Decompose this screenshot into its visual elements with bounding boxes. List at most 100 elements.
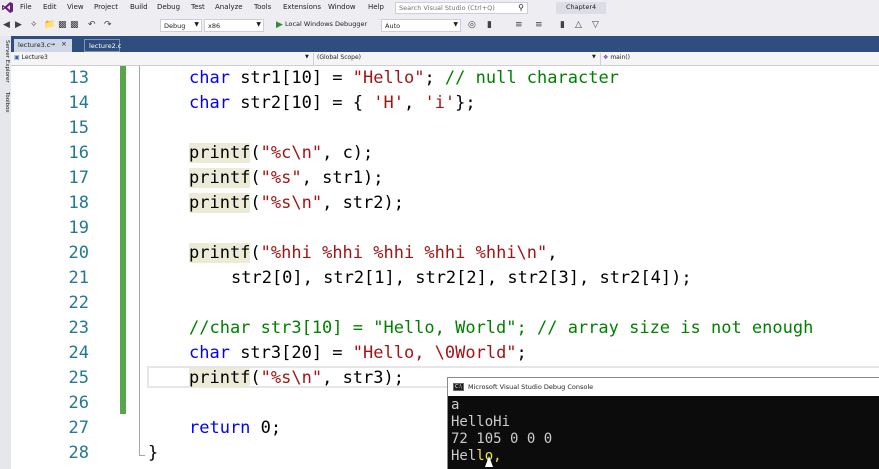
tab-label: lecture3.c — [18, 41, 51, 49]
code-token: str1[10] = — [229, 68, 353, 88]
new-project-icon[interactable]: ✧ — [30, 20, 38, 31]
outlining-guide — [139, 66, 140, 456]
configuration-select[interactable]: Debug ▼ — [160, 19, 202, 32]
code-token: , str3); — [322, 368, 404, 388]
menu-analyze[interactable]: Analyze — [215, 3, 243, 11]
navigation-bar: ▣ Lecture3 ▼ (Global Scope) ▼ ❖ main() — [11, 52, 879, 66]
run-label: Local Windows Debugger — [285, 20, 368, 28]
start-debugging-button[interactable]: ▶ Local Windows Debugger — [276, 20, 367, 30]
menu-file[interactable]: File — [20, 3, 32, 11]
menu-window[interactable]: Window — [328, 3, 356, 11]
menu-debug[interactable]: Debug — [157, 3, 180, 11]
bookmark-icon[interactable]: ▮ — [560, 20, 565, 31]
line-number: 15 — [68, 118, 89, 138]
comment-token: // null character — [444, 68, 619, 88]
menu-edit[interactable]: Edit — [43, 3, 57, 11]
platform-select[interactable]: x86 ▼ — [204, 19, 264, 32]
code-token: ( — [250, 368, 261, 388]
open-folder-icon[interactable]: 📁 — [44, 20, 55, 31]
code-line[interactable]: printf("%s\n", str2); — [189, 191, 404, 216]
console-output-line: a — [451, 397, 460, 413]
line-number: 13 — [68, 68, 89, 88]
prev-bookmark-icon[interactable]: △ — [575, 20, 582, 31]
close-icon[interactable]: × — [61, 40, 67, 48]
comment-token: //char str3[10] = "Hello, World"; // arr… — [189, 318, 814, 338]
line-number: 24 — [68, 343, 89, 363]
code-line[interactable]: printf("%hhi %hhi %hhi %hhi %hhi\n", — [189, 241, 558, 266]
scope-dropdown[interactable]: (Global Scope) — [317, 54, 361, 64]
line-number: 28 — [68, 443, 89, 463]
string-token: "%c\n" — [260, 143, 323, 163]
code-line[interactable]: str2[0], str2[1], str2[2], str2[3], str2… — [231, 266, 692, 291]
menu-extensions[interactable]: Extensions — [283, 3, 321, 11]
chevron-down-icon: ▼ — [256, 21, 261, 28]
string-token: "Hello, \0World" — [352, 343, 517, 363]
search-box[interactable]: Search Visual Studio (Ctrl+Q) ⚲ — [395, 2, 528, 14]
comment-icon[interactable]: ≡ — [535, 20, 543, 31]
indent-icon[interactable]: ≡ — [515, 20, 523, 31]
chevron-down-icon: ▼ — [592, 54, 596, 60]
mouse-cursor-icon — [485, 456, 493, 467]
tab-lecture3[interactable]: lecture3.c ⇝ × — [14, 39, 72, 52]
code-token: ( — [250, 243, 261, 263]
project-name: Lecture3 — [21, 54, 48, 61]
line-number: 20 — [68, 243, 89, 263]
keyword-token: return — [189, 418, 251, 438]
line-number: 25 — [68, 368, 89, 388]
search-placeholder: Search Visual Studio (Ctrl+Q) — [399, 4, 495, 12]
undo-icon[interactable]: ↶ — [88, 20, 96, 31]
breakpoint-icon[interactable]: ▮ — [487, 20, 492, 31]
back-icon[interactable]: ◀ — [3, 20, 10, 31]
visual-studio-logo-icon — [2, 2, 13, 13]
console-title: Microsoft Visual Studio Debug Console — [468, 383, 594, 391]
string-token: "%s\n" — [260, 193, 323, 213]
server-explorer-tab[interactable]: Server Explorer — [1, 40, 10, 83]
function-token: printf — [189, 368, 251, 388]
toolbox-tab[interactable]: Toolbox — [1, 92, 10, 113]
code-token: ; — [424, 68, 445, 88]
line-number: 17 — [68, 168, 89, 188]
menu-build[interactable]: Build — [130, 3, 148, 11]
keyword-token: char — [189, 93, 230, 113]
console-titlebar[interactable]: C:\ Microsoft Visual Studio Debug Consol… — [448, 378, 879, 396]
code-line[interactable]: } — [148, 441, 158, 466]
code-line[interactable]: printf("%s", str1); — [189, 166, 384, 191]
line-number: 22 — [68, 293, 89, 313]
code-line[interactable]: printf("%c\n", c); — [189, 141, 373, 166]
live-share-icon[interactable]: ◎ — [468, 20, 476, 31]
debug-target-value: Auto — [385, 22, 401, 30]
debug-target-select[interactable]: Auto ▼ — [381, 19, 461, 32]
menu-help[interactable]: Help — [368, 3, 384, 11]
pin-icon[interactable]: ⇝ — [50, 41, 55, 48]
outlining-guide-end — [139, 455, 145, 456]
code-line[interactable]: char str1[10] = "Hello"; // null charact… — [189, 66, 619, 91]
menu-tools[interactable]: Tools — [254, 3, 271, 11]
string-token: 'i' — [424, 93, 456, 113]
code-token: ( — [250, 193, 261, 213]
string-token: "%s" — [260, 168, 302, 188]
forward-icon[interactable]: ▶ — [15, 20, 22, 31]
code-line[interactable]: char str3[20] = "Hello, \0World"; — [189, 341, 527, 366]
save-icon[interactable]: ▩ — [58, 20, 67, 31]
code-line[interactable]: return 0; — [189, 416, 281, 441]
code-token: , — [403, 93, 425, 113]
member-dropdown[interactable]: ❖ main() — [603, 54, 630, 64]
menu-test[interactable]: Test — [191, 3, 205, 11]
next-bookmark-icon[interactable]: ▽ — [592, 20, 599, 31]
console-output-line: 72 105 0 0 0 — [451, 431, 553, 447]
menu-view[interactable]: View — [67, 3, 84, 11]
tab-lecture2[interactable]: lecture2.c — [84, 39, 121, 52]
debug-console-window[interactable]: C:\ Microsoft Visual Studio Debug Consol… — [447, 377, 879, 469]
member-name: main() — [610, 54, 630, 61]
code-line[interactable]: //char str3[10] = "Hello, World"; // arr… — [189, 316, 813, 341]
platform-value: x86 — [208, 22, 221, 30]
menu-project[interactable]: Project — [94, 3, 118, 11]
line-number: 14 — [68, 93, 89, 113]
save-all-icon[interactable]: ▩ — [70, 20, 79, 31]
code-line[interactable]: char str2[10] = { 'H', 'i'}; — [189, 91, 476, 116]
console-output-line: Hello, — [451, 448, 502, 465]
redo-icon[interactable]: ↷ — [104, 20, 112, 31]
function-token: printf — [189, 143, 251, 163]
project-dropdown[interactable]: ▣ Lecture3 — [14, 54, 48, 64]
code-line[interactable]: printf("%s\n", str3); — [189, 366, 404, 391]
